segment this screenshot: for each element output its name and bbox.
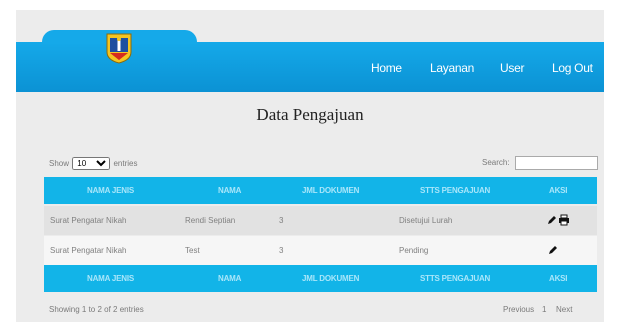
page-frame: Home Layanan User Log Out Data Pengajuan… <box>16 10 604 322</box>
show-suffix: entries <box>113 159 138 168</box>
pencil-icon[interactable] <box>547 215 557 225</box>
col-stts-pengajuan[interactable]: STTS PENGAJUAN <box>420 186 490 195</box>
next-button[interactable]: Next <box>556 305 572 314</box>
cell-jml: 3 <box>279 246 284 255</box>
previous-button[interactable]: Previous <box>503 305 534 314</box>
col-aksi[interactable]: AKSI <box>549 186 568 195</box>
cell-jml: 3 <box>279 216 284 225</box>
pencil-icon[interactable] <box>548 245 558 255</box>
search-input[interactable] <box>514 156 598 170</box>
nav-layanan[interactable]: Layanan <box>430 61 474 75</box>
printer-icon[interactable] <box>558 214 570 226</box>
col-nama-jenis[interactable]: NAMA JENIS <box>87 186 134 195</box>
table-header: NAMA JENIS NAMA JML DOKUMEN STTS PENGAJU… <box>44 177 597 204</box>
table-row: Surat Pengatar Nikah Rendi Septian 3 Dis… <box>44 206 597 235</box>
cell-nama: Rendi Septian <box>185 216 236 225</box>
search-box: Search: <box>482 156 598 170</box>
col-nama[interactable]: NAMA <box>218 186 241 195</box>
col-nama: NAMA <box>218 274 242 283</box>
col-nama-jenis: NAMA JENIS <box>87 274 135 283</box>
nav-logout[interactable]: Log Out <box>552 61 593 75</box>
table-row: Surat Pengatar Nikah Test 3 Pending <box>44 236 597 265</box>
page-1-button[interactable]: 1 <box>542 305 546 314</box>
show-prefix: Show <box>49 159 70 168</box>
cell-status: Pending <box>399 246 429 255</box>
col-jml-dokumen[interactable]: JML DOKUMEN <box>302 186 359 195</box>
table-info: Showing 1 to 2 of 2 entries <box>49 305 144 314</box>
show-entries: Show 10 entries <box>49 157 138 170</box>
table-footer: NAMA JENIS NAMA JML DOKUMEN STTS PENGAJU… <box>44 265 597 292</box>
nav-user[interactable]: User <box>500 61 524 75</box>
search-label: Search: <box>482 158 510 168</box>
page-title: Data Pengajuan <box>256 105 364 124</box>
cell-nama: Test <box>185 246 200 255</box>
entries-select[interactable]: 10 <box>72 157 111 170</box>
logo-crest-icon <box>106 33 132 64</box>
nav-home[interactable]: Home <box>371 61 402 75</box>
cell-jenis: Surat Pengatar Nikah <box>50 246 127 255</box>
cell-jenis: Surat Pengatar Nikah <box>50 216 127 225</box>
cell-status: Disetujui Lurah <box>399 216 453 225</box>
col-aksi: AKSI <box>549 274 568 283</box>
col-jml-dokumen: JML DOKUMEN <box>302 274 360 283</box>
col-stts-pengajuan: STTS PENGAJUAN <box>420 274 491 283</box>
